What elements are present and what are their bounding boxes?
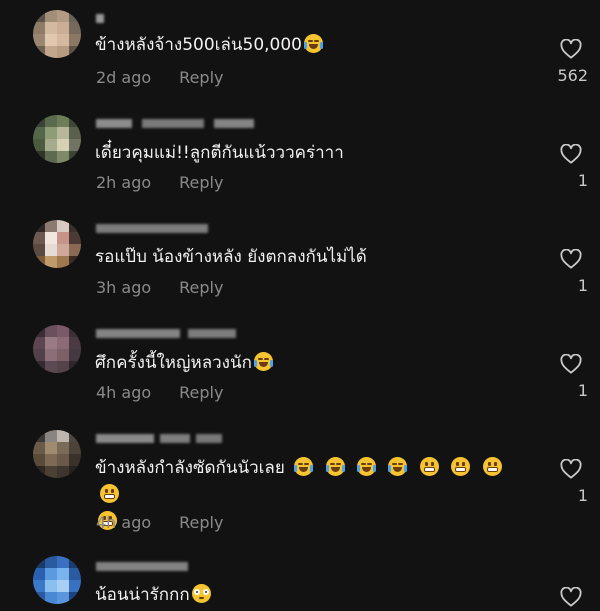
comment-text: รอแป๊บ น้องข้างหลัง ยังตกลงกันไม่ได้ <box>95 245 367 270</box>
face-with-tears-of-joy-icon <box>294 457 314 476</box>
flushed-face-icon <box>191 584 211 603</box>
comment-body: ข้างหลังกำลังซัดกันนัวเลย <box>95 458 285 478</box>
like-count: 1 <box>577 486 588 505</box>
comment-timestamp: 4h ago <box>96 513 152 532</box>
username-redacted[interactable] <box>96 432 222 446</box>
comment-meta: 2h ago Reply <box>96 173 223 192</box>
avatar[interactable] <box>33 556 81 604</box>
heart-outline-icon[interactable] <box>560 354 582 374</box>
comment-meta: 4h ago Reply <box>96 513 223 532</box>
comment-meta: 4h ago Reply <box>96 383 223 402</box>
comment-text: ข้างหลังจ้าง500เล่น50,000 <box>95 33 325 58</box>
comment-meta: 2d ago Reply <box>96 68 223 87</box>
face-with-tears-of-joy-icon <box>325 457 345 476</box>
grinning-face-icon <box>100 484 119 503</box>
comment-body: ศึกครั้งนี้ใหญ่หลวงนัก <box>95 353 252 373</box>
like-count: 1 <box>577 381 588 400</box>
comment-text: น้อนน่ารักกก <box>95 583 213 608</box>
like-count: 562 <box>557 66 588 85</box>
comment-text: ศึกครั้งนี้ใหญ่หลวงนัก <box>95 351 275 376</box>
comment-timestamp: 2d ago <box>96 68 152 87</box>
grinning-face-icon <box>451 457 471 476</box>
heart-outline-icon[interactable] <box>560 144 582 164</box>
heart-outline-icon[interactable] <box>560 39 582 59</box>
comment-body: เดี๋ยวคุมแม่!!ลูกตีกันแน้วววคร่าาา <box>95 143 344 163</box>
comment-body: รอแป๊บ น้องข้างหลัง ยังตกลงกันไม่ได้ <box>95 247 367 267</box>
username-redacted[interactable] <box>96 12 104 26</box>
username-redacted[interactable] <box>96 327 236 341</box>
avatar[interactable] <box>33 430 81 478</box>
comment-text: เดี๋ยวคุมแม่!!ลูกตีกันแน้วววคร่าาา <box>95 141 344 166</box>
like-count: 1 <box>577 276 588 295</box>
reply-button[interactable]: Reply <box>179 513 223 532</box>
comment-body: น้อนน่ารักกก <box>95 585 190 605</box>
heart-outline-icon[interactable] <box>560 587 582 607</box>
grinning-face-icon <box>419 457 439 476</box>
reply-button[interactable]: Reply <box>179 173 223 192</box>
comment-timestamp: 4h ago <box>96 383 152 402</box>
comment-body: ข้างหลังจ้าง500เล่น50,000 <box>95 35 302 55</box>
avatar[interactable] <box>33 10 81 58</box>
comment-timestamp: 2h ago <box>96 173 152 192</box>
grinning-face-icon <box>482 457 502 476</box>
heart-outline-icon[interactable] <box>560 459 582 479</box>
comment-list: ข้างหลังจ้าง500เล่น50,000 2d ago Reply 56… <box>0 0 600 611</box>
heart-outline-icon[interactable] <box>560 249 582 269</box>
face-with-tears-of-joy-icon <box>303 34 323 53</box>
like-count: 1 <box>577 171 588 190</box>
face-with-tears-of-joy-icon <box>388 457 408 476</box>
face-with-tears-of-joy-icon <box>357 457 377 476</box>
username-redacted[interactable] <box>96 560 188 574</box>
face-with-tears-of-joy-icon <box>253 352 273 371</box>
reply-button[interactable]: Reply <box>179 68 223 87</box>
username-redacted[interactable] <box>96 117 254 131</box>
avatar[interactable] <box>33 325 81 373</box>
avatar[interactable] <box>33 220 81 268</box>
reply-button[interactable]: Reply <box>179 278 223 297</box>
username-redacted[interactable] <box>96 222 208 236</box>
avatar[interactable] <box>33 115 81 163</box>
reply-button[interactable]: Reply <box>179 383 223 402</box>
comment-meta: 3h ago Reply <box>96 278 223 297</box>
comment-timestamp: 3h ago <box>96 278 152 297</box>
